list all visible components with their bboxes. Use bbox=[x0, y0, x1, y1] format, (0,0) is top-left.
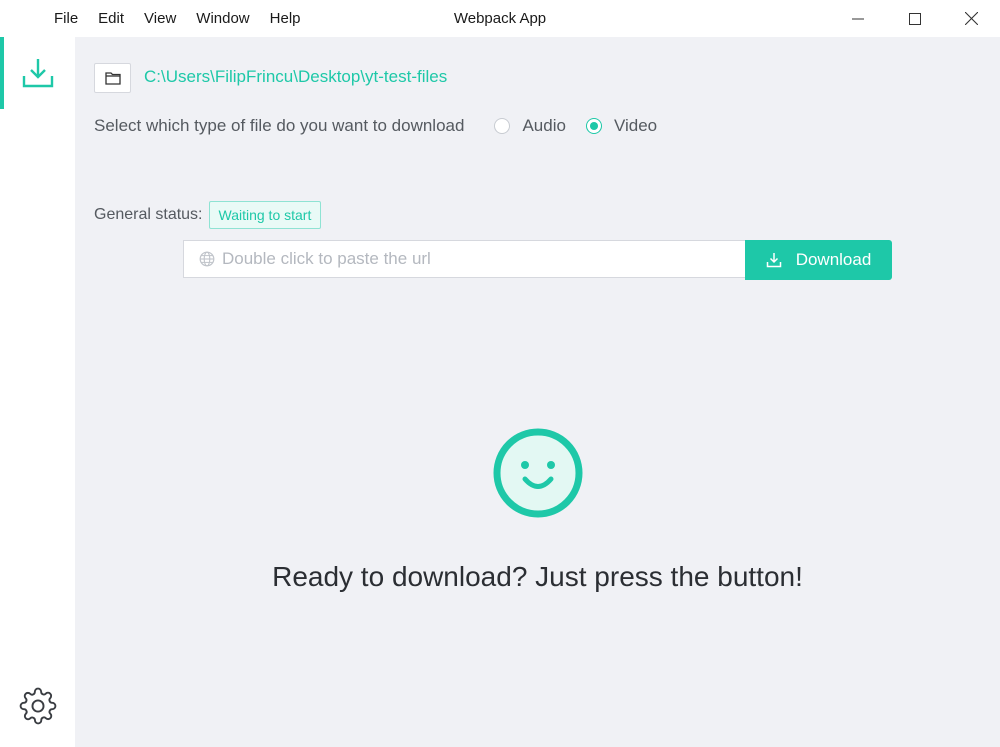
file-type-selector: Select which type of file do you want to… bbox=[94, 113, 657, 139]
radio-video-label[interactable]: Video bbox=[614, 116, 657, 136]
radio-audio-label[interactable]: Audio bbox=[522, 116, 565, 136]
gear-icon bbox=[19, 687, 56, 725]
radio-video[interactable]: Video bbox=[585, 116, 657, 136]
choose-folder-button[interactable] bbox=[94, 63, 131, 93]
radio-audio[interactable]: Audio bbox=[494, 116, 566, 136]
menu-help[interactable]: Help bbox=[260, 0, 311, 37]
radio-audio-circle[interactable] bbox=[494, 118, 511, 134]
sidebar bbox=[0, 37, 75, 747]
smiley-icon bbox=[493, 428, 583, 518]
title-bar: File Edit View Window Help Webpack App bbox=[0, 0, 1000, 37]
url-input[interactable] bbox=[220, 241, 744, 277]
main-panel: C:\Users\FilipFrincu\Desktop\yt-test-fil… bbox=[75, 37, 1000, 747]
download-icon bbox=[22, 59, 53, 88]
minimize-icon bbox=[851, 18, 864, 19]
general-status: General status: Waiting to start bbox=[94, 201, 322, 229]
download-button[interactable]: Download bbox=[745, 240, 892, 280]
maximize-button[interactable] bbox=[886, 0, 943, 37]
empty-state-message: Ready to download? Just press the button… bbox=[272, 561, 803, 592]
sidebar-item-download[interactable] bbox=[0, 37, 75, 109]
radio-video-circle[interactable] bbox=[585, 118, 602, 134]
file-type-prompt: Select which type of file do you want to… bbox=[94, 116, 465, 135]
download-button-label: Download bbox=[795, 250, 872, 269]
folder-icon bbox=[104, 72, 121, 85]
menu-view[interactable]: View bbox=[134, 0, 186, 37]
folder-path-link[interactable]: C:\Users\FilipFrincu\Desktop\yt-test-fil… bbox=[144, 65, 447, 89]
globe-icon bbox=[198, 250, 216, 268]
url-input-group bbox=[183, 240, 745, 278]
maximize-icon bbox=[908, 12, 921, 25]
sidebar-item-settings[interactable] bbox=[0, 682, 75, 730]
menu-file[interactable]: File bbox=[44, 0, 88, 37]
menu-window[interactable]: Window bbox=[186, 0, 259, 37]
status-label: General status: bbox=[94, 206, 203, 223]
download-button-icon bbox=[766, 252, 782, 268]
menu-edit[interactable]: Edit bbox=[88, 0, 134, 37]
minimize-button[interactable] bbox=[829, 0, 886, 37]
status-badge: Waiting to start bbox=[208, 201, 322, 229]
close-icon bbox=[965, 12, 978, 25]
menu-bar: File Edit View Window Help bbox=[44, 0, 311, 37]
close-button[interactable] bbox=[943, 0, 1000, 37]
